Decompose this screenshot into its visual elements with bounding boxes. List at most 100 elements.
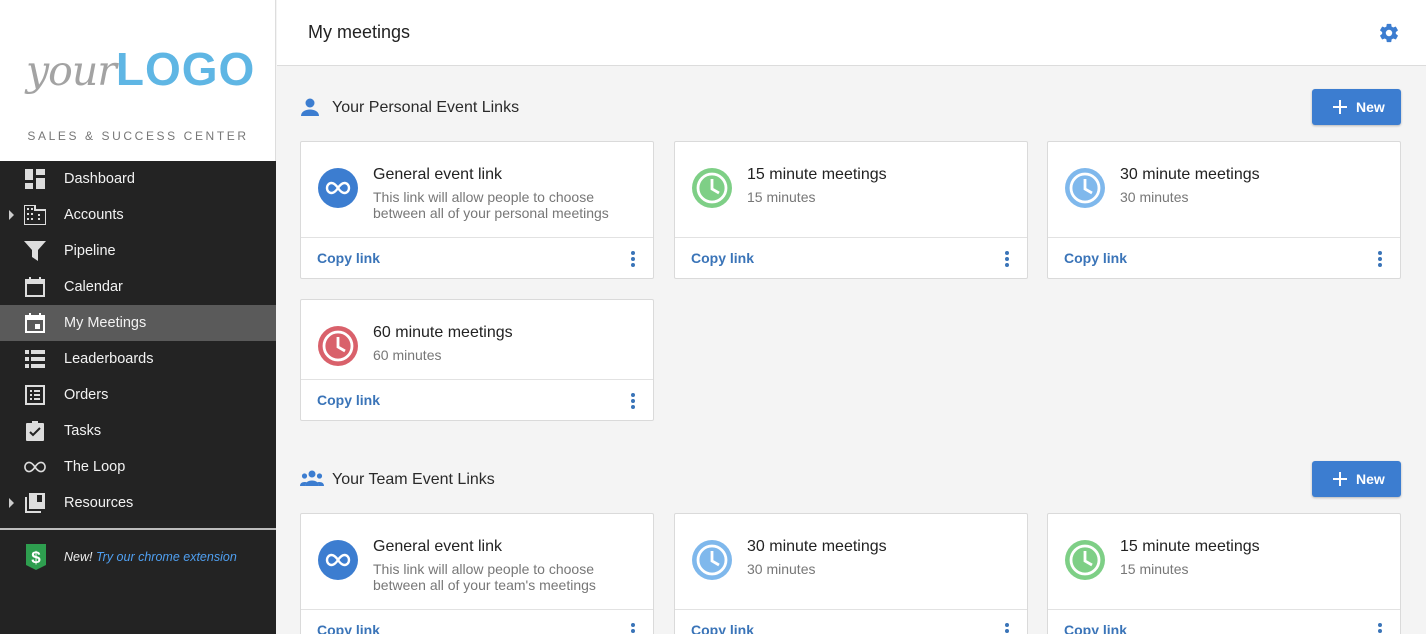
plus-icon	[1333, 472, 1347, 486]
new-button-label: New	[1356, 471, 1385, 487]
copy-link-button[interactable]: Copy link	[317, 250, 380, 266]
copy-link-button[interactable]: Copy link	[691, 250, 754, 266]
card-title: 15 minute meetings	[1120, 538, 1260, 555]
more-options-icon[interactable]	[627, 249, 639, 269]
sidebar-item-label: Tasks	[64, 423, 102, 439]
infinity-circle-icon	[317, 167, 359, 209]
tagline: SALES & SUCCESS CENTER	[27, 129, 249, 143]
sidebar-item-tasks[interactable]: Tasks	[0, 413, 276, 449]
card-footer: Copy link	[301, 609, 653, 634]
card-description: 30 minutes	[747, 561, 816, 577]
sidebar-item-calendar[interactable]: Calendar	[0, 269, 276, 305]
more-options-icon[interactable]	[1001, 621, 1013, 634]
new-team-link-button[interactable]: New	[1312, 461, 1401, 497]
chrome-extension-link[interactable]: Try our chrome extension	[96, 550, 237, 564]
sidebar-item-label: Accounts	[64, 207, 124, 223]
more-options-icon[interactable]	[627, 391, 639, 411]
clock-red-icon	[317, 325, 359, 367]
copy-link-button[interactable]: Copy link	[691, 622, 754, 634]
event-icon	[24, 313, 46, 333]
event-card: 30 minute meetings 30 minutes Copy link	[674, 513, 1028, 634]
clock-blue-icon	[1064, 167, 1106, 209]
sidebar-item-label: Leaderboards	[64, 351, 154, 367]
sidebar-item-dashboard[interactable]: Dashboard	[0, 161, 276, 197]
more-options-icon[interactable]	[1374, 621, 1386, 634]
personal-links-header: Your Personal Event Links New	[300, 88, 1401, 128]
svg-text:$: $	[31, 548, 41, 567]
gear-icon[interactable]	[1378, 22, 1400, 44]
card-footer: Copy link	[301, 237, 653, 279]
event-card: 60 minute meetings 60 minutes Copy link	[300, 299, 654, 421]
building-icon	[24, 205, 46, 225]
clock-blue-icon	[691, 539, 733, 581]
copy-link-button[interactable]: Copy link	[1064, 622, 1127, 634]
card-description: 15 minutes	[1120, 561, 1189, 577]
plus-icon	[1333, 100, 1347, 114]
section-title: Your Personal Event Links	[332, 99, 520, 116]
sidebar-item-label: The Loop	[64, 459, 126, 475]
sidebar-item-label: Dashboard	[64, 171, 135, 187]
card-description: This link will allow people to choose be…	[373, 189, 609, 221]
card-description: 30 minutes	[1120, 189, 1189, 205]
logo-your: your	[26, 47, 117, 95]
copy-link-button[interactable]: Copy link	[317, 392, 380, 408]
copy-link-button[interactable]: Copy link	[317, 622, 380, 634]
new-button-label: New	[1356, 99, 1385, 115]
sidebar-nav: Dashboard Accounts Pipeline Calendar My …	[0, 161, 276, 521]
sidebar-item-pipeline[interactable]: Pipeline	[0, 233, 276, 269]
page-title: My meetings	[308, 22, 411, 42]
card-footer: Copy link	[301, 379, 653, 421]
sidebar-item-my-meetings[interactable]: My Meetings	[0, 305, 276, 341]
extension-text: New! Try our chrome extension	[64, 550, 237, 564]
sidebar-item-label: My Meetings	[64, 315, 147, 331]
card-title: 15 minute meetings	[747, 166, 887, 183]
sidebar-item-label: Orders	[64, 387, 109, 403]
event-card: 15 minute meetings 15 minutes Copy link	[674, 141, 1028, 279]
clock-green-icon	[691, 167, 733, 209]
sidebar-item-label: Resources	[64, 495, 134, 511]
clock-green-icon	[1064, 539, 1106, 581]
sidebar-item-leaderboards[interactable]: Leaderboards	[0, 341, 276, 377]
card-footer: Copy link	[1048, 609, 1400, 634]
expand-caret-icon[interactable]	[9, 498, 14, 508]
new-personal-link-button[interactable]: New	[1312, 89, 1401, 125]
library-icon	[24, 493, 46, 513]
company-logo[interactable]: yourLOGO	[26, 42, 255, 102]
chrome-extension-promo: $ New! Try our chrome extension	[0, 530, 276, 634]
card-title: General event link	[373, 166, 502, 183]
person-icon	[300, 98, 324, 118]
team-links-header: Your Team Event Links New	[300, 460, 1401, 500]
event-card: 15 minute meetings 15 minutes Copy link	[1047, 513, 1401, 634]
card-description: This link will allow people to choose be…	[373, 561, 596, 593]
infinity-icon	[24, 457, 46, 477]
sidebar-item-resources[interactable]: Resources	[0, 485, 276, 521]
filter-icon	[24, 241, 46, 261]
calendar-icon	[24, 277, 46, 297]
card-description: 15 minutes	[747, 189, 816, 205]
infinity-circle-icon	[317, 539, 359, 581]
card-title: General event link	[373, 538, 502, 555]
card-footer: Copy link	[675, 609, 1027, 634]
copy-link-button[interactable]: Copy link	[1064, 250, 1127, 266]
more-options-icon[interactable]	[627, 621, 639, 634]
sidebar-item-label: Calendar	[64, 279, 123, 295]
sidebar-item-the-loop[interactable]: The Loop	[0, 449, 276, 485]
sidebar-item-accounts[interactable]: Accounts	[0, 197, 276, 233]
clipboard-check-icon	[24, 421, 46, 441]
more-options-icon[interactable]	[1374, 249, 1386, 269]
sidebar-item-orders[interactable]: Orders	[0, 377, 276, 413]
logo-logo: LOGO	[115, 43, 256, 95]
card-title: 30 minute meetings	[1120, 166, 1260, 183]
receipt-icon	[24, 385, 46, 405]
dashboard-icon	[24, 169, 46, 189]
expand-caret-icon[interactable]	[9, 210, 14, 220]
card-footer: Copy link	[675, 237, 1027, 279]
more-options-icon[interactable]	[1001, 249, 1013, 269]
extension-new-label: New!	[64, 550, 93, 564]
card-title: 30 minute meetings	[747, 538, 887, 555]
sidebar-item-label: Pipeline	[64, 243, 116, 259]
event-card: General event link This link will allow …	[300, 513, 654, 634]
group-icon	[300, 470, 324, 490]
card-description: 60 minutes	[373, 347, 442, 363]
dollar-badge-icon: $	[24, 544, 48, 570]
